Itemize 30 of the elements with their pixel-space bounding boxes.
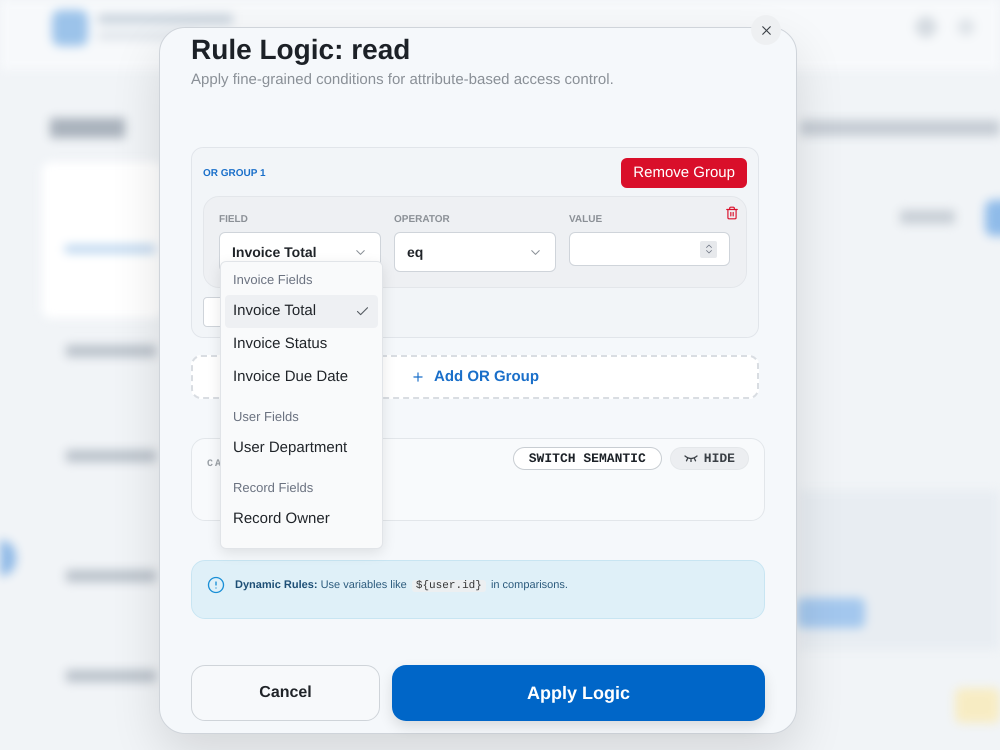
operator-label: OPERATOR (394, 214, 451, 226)
field-select-value: Invoice Total (232, 242, 317, 262)
menu-option[interactable]: Invoice Due Date (225, 361, 378, 394)
operator-select-value: eq (407, 242, 424, 262)
delete-condition-button[interactable] (724, 205, 739, 220)
semantic-label: CA (207, 458, 224, 472)
menu-section-heading: Record Fields (232, 479, 314, 497)
stepper-icon[interactable] (700, 240, 717, 258)
dialog-title: Rule Logic: read (191, 34, 412, 66)
menu-option[interactable]: Invoice Total (225, 295, 378, 328)
value-label: VALUE (569, 214, 604, 226)
remove-group-button[interactable]: Remove Group (621, 158, 747, 188)
operator-select[interactable]: eq (394, 232, 556, 272)
switch-semantic-button[interactable]: SWITCH SEMANTIC (512, 447, 662, 470)
plus-icon (411, 370, 425, 384)
value-input[interactable] (569, 232, 730, 266)
dialog-subtitle: Apply fine-grained conditions for attribute-based access control. (191, 70, 615, 90)
group-label: OR GROUP 1 (203, 166, 266, 180)
menu-section-heading: User Fields (232, 408, 300, 426)
menu-option[interactable]: Record Owner (225, 503, 378, 536)
cancel-button[interactable]: Cancel (191, 665, 380, 721)
info-icon (207, 576, 225, 594)
hide-button[interactable]: HIDE (670, 447, 749, 470)
apply-logic-button[interactable]: Apply Logic (392, 665, 765, 721)
field-label: FIELD (219, 214, 249, 226)
menu-section-heading: Invoice Fields (232, 271, 314, 289)
trash-icon (724, 206, 738, 220)
menu-option[interactable]: User Department (225, 432, 378, 465)
info-text: Dynamic Rules: Use variables like ${user.id} in comparisons. (235, 578, 568, 594)
eye-closed-icon (684, 455, 698, 462)
